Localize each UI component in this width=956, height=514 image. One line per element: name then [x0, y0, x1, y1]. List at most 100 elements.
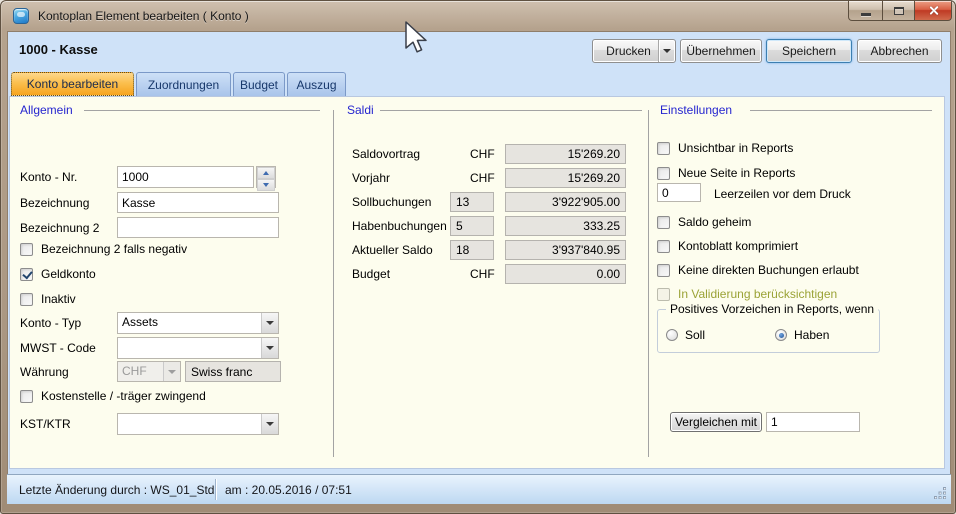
abbrechen-button[interactable]: Abbrechen — [857, 39, 942, 63]
dropdown-button[interactable] — [261, 338, 278, 358]
checkbox-keine-direkten-buchungen[interactable]: Keine direkten Buchungen erlaubt — [657, 263, 859, 277]
checkbox-bezeichnung2-negativ[interactable]: Bezeichnung 2 falls negativ — [20, 242, 187, 256]
bezeichnung-input[interactable] — [117, 192, 279, 213]
group-line — [750, 110, 932, 111]
checkbox-label: In Validierung berücksichtigen — [678, 287, 837, 301]
checkbox-box — [20, 268, 33, 281]
checkbox-box — [657, 288, 670, 301]
checkbox-box — [657, 216, 670, 229]
uebernehmen-label: Übernehmen — [686, 44, 755, 58]
status-divider — [215, 479, 216, 500]
selected-value — [118, 338, 261, 358]
abbrechen-label: Abbrechen — [870, 44, 928, 58]
saldi-row-label: Sollbuchungen — [352, 195, 431, 209]
radio-haben[interactable]: Haben — [775, 328, 829, 342]
waehrung-label: Währung — [20, 365, 69, 379]
leerzeilen-input[interactable] — [657, 183, 701, 202]
column-divider — [648, 110, 649, 457]
maximize-button[interactable] — [882, 1, 915, 21]
radio-label: Haben — [794, 328, 829, 342]
checkbox-unsichtbar-in-reports[interactable]: Unsichtbar in Reports — [657, 141, 793, 155]
radio-circle — [666, 329, 678, 341]
radio-soll[interactable]: Soll — [666, 328, 705, 342]
saldi-row-count: 18 — [450, 240, 494, 260]
dropdown-button[interactable] — [261, 313, 278, 333]
konto-nr-label: Konto - Nr. — [20, 170, 77, 184]
saldi-row-value: 3'922'905.00 — [505, 192, 626, 212]
bezeichnung-label: Bezeichnung — [20, 196, 89, 210]
vergleichen-mit-input[interactable] — [766, 412, 860, 432]
checkbox-geldkonto[interactable]: Geldkonto — [20, 267, 96, 281]
drucken-label: Drucken — [593, 44, 658, 58]
tab-page-konto-bearbeiten: Allgemein Saldi Einstellungen Konto - Nr… — [9, 96, 945, 469]
tab-konto-bearbeiten[interactable]: Konto bearbeiten — [11, 72, 134, 96]
close-button[interactable] — [914, 1, 952, 21]
chevron-down-icon — [266, 346, 274, 354]
chevron-down-icon — [663, 49, 671, 57]
konto-nr-input[interactable] — [117, 166, 254, 188]
status-bar: Letzte Änderung durch : WS_01_Std am : 2… — [7, 474, 951, 504]
minimize-button[interactable] — [848, 1, 883, 21]
konto-typ-label: Konto - Typ — [20, 316, 81, 330]
maximize-icon — [894, 7, 904, 15]
saldi-row-value: 15'269.20 — [505, 144, 626, 164]
checkbox-kostenstelle-zwingend[interactable]: Kostenstelle / -träger zwingend — [20, 389, 206, 403]
vorzeichen-group-title: Positives Vorzeichen in Reports, wenn — [666, 302, 878, 316]
stepper-up-button[interactable] — [257, 167, 275, 179]
checkbox-box — [20, 293, 33, 306]
drucken-button[interactable]: Drucken — [592, 39, 676, 63]
checkbox-kontoblatt-komprimiert[interactable]: Kontoblatt komprimiert — [657, 239, 798, 253]
selected-value — [118, 414, 261, 434]
vorzeichen-groupbox: Positives Vorzeichen in Reports, wenn So… — [657, 309, 880, 353]
kst-ktr-label: KST/KTR — [20, 417, 71, 431]
up-arrow-icon — [263, 168, 269, 175]
tab-label: Budget — [240, 78, 278, 92]
saldi-row-unit: CHF — [470, 147, 495, 161]
checkbox-label: Inaktiv — [41, 292, 76, 306]
tab-budget[interactable]: Budget — [233, 72, 285, 96]
checkbox-inaktiv[interactable]: Inaktiv — [20, 292, 76, 306]
saldi-row-label: Habenbuchungen — [352, 219, 447, 233]
vergleichen-label: Vergleichen mit — [675, 415, 757, 429]
tab-strip: Konto bearbeiten Zuordnungen Budget Ausz… — [11, 72, 348, 96]
tab-zuordnungen[interactable]: Zuordnungen — [136, 72, 231, 96]
stepper-down-button[interactable] — [257, 179, 275, 191]
speichern-button[interactable]: Speichern — [766, 39, 852, 63]
konto-nr-stepper — [256, 166, 276, 188]
checkbox-saldo-geheim[interactable]: Saldo geheim — [657, 215, 751, 229]
window-title: Kontoplan Element bearbeiten ( Konto ) — [38, 9, 249, 23]
saldi-row-unit: CHF — [470, 171, 495, 185]
bezeichnung2-input[interactable] — [117, 217, 279, 238]
saldi-row-label: Aktueller Saldo — [352, 243, 433, 257]
radio-circle — [775, 329, 787, 341]
waehrung-select: CHF — [117, 361, 181, 382]
saldi-row-value: 15'269.20 — [505, 168, 626, 188]
dropdown-button[interactable] — [261, 414, 278, 434]
tab-auszug[interactable]: Auszug — [287, 72, 346, 96]
kst-ktr-select[interactable] — [117, 413, 279, 435]
checkbox-box — [20, 243, 33, 256]
vergleichen-mit-button[interactable]: Vergleichen mit — [670, 412, 762, 432]
drucken-dropdown[interactable] — [659, 45, 675, 57]
konto-typ-select[interactable]: Assets — [117, 312, 279, 334]
checkbox-label: Unsichtbar in Reports — [678, 141, 793, 155]
titlebar[interactable]: Kontoplan Element bearbeiten ( Konto ) — [1, 1, 955, 31]
uebernehmen-button[interactable]: Übernehmen — [680, 39, 762, 63]
chevron-down-icon — [266, 321, 274, 329]
dropdown-button — [163, 362, 180, 381]
resize-grip[interactable] — [933, 486, 947, 500]
group-title-saldi: Saldi — [347, 103, 374, 117]
minimize-icon — [861, 13, 871, 16]
waehrung-name-field: Swiss franc — [185, 361, 281, 382]
checkbox-box — [657, 240, 670, 253]
checkbox-label: Keine direkten Buchungen erlaubt — [678, 263, 859, 277]
bezeichnung2-label: Bezeichnung 2 — [20, 221, 99, 235]
mwst-code-select[interactable] — [117, 337, 279, 359]
status-last-change: Letzte Änderung durch : WS_01_Std — [19, 483, 214, 497]
group-line — [84, 110, 320, 111]
selected-value: CHF — [118, 362, 163, 381]
account-title: 1000 - Kasse — [19, 42, 98, 57]
chevron-down-icon — [266, 422, 274, 430]
column-divider — [333, 110, 334, 457]
checkbox-neue-seite-in-reports[interactable]: Neue Seite in Reports — [657, 166, 795, 180]
